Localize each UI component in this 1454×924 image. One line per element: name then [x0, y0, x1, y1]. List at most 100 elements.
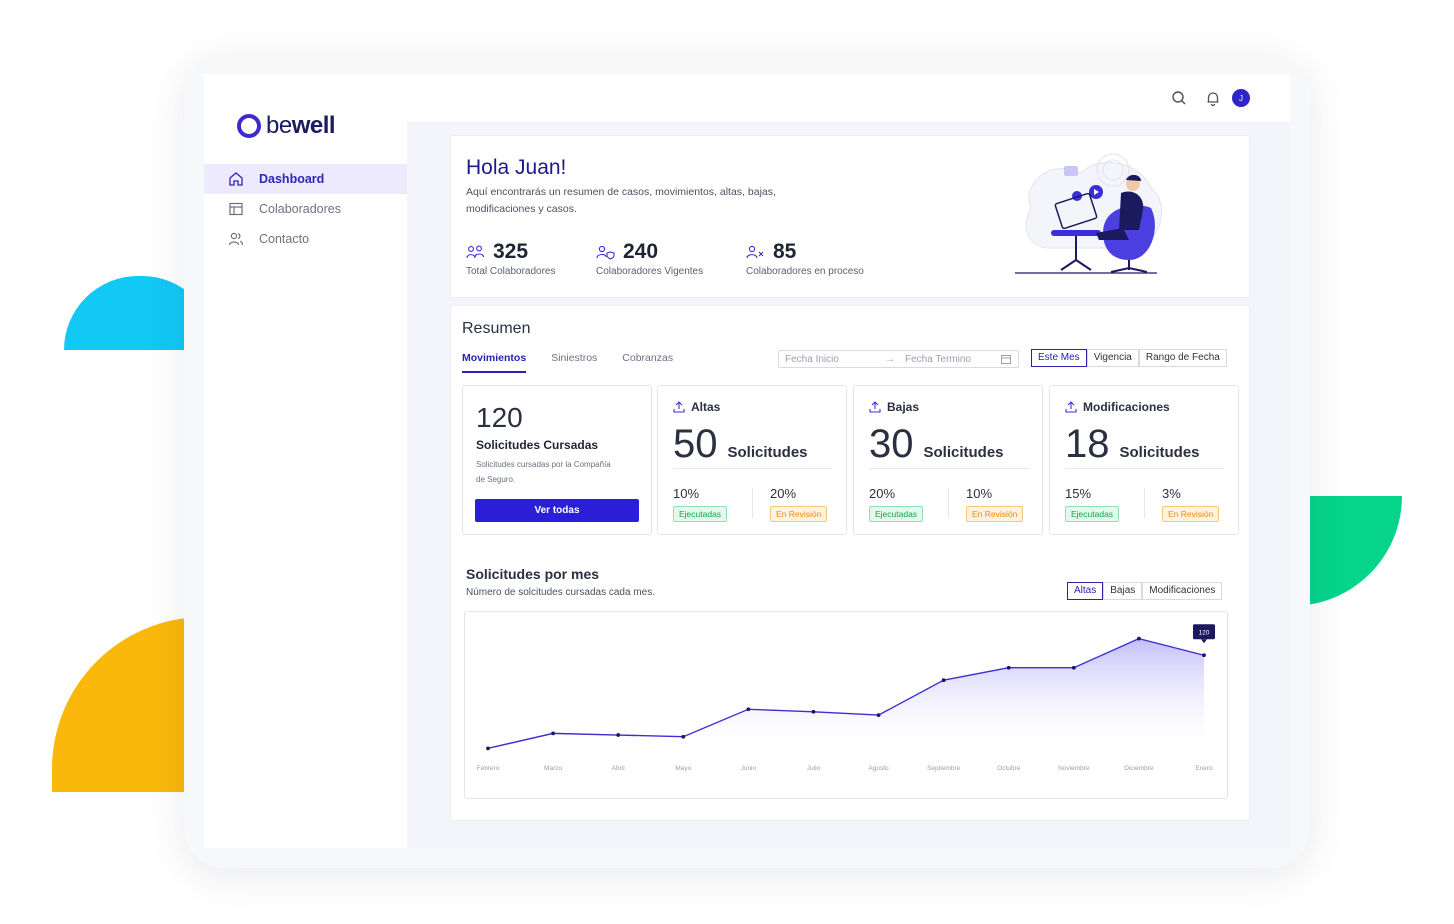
- toggle-modificaciones[interactable]: Modificaciones: [1142, 582, 1223, 600]
- person-at-laptop-illustration: [1015, 153, 1163, 274]
- stat-value: 325: [493, 240, 529, 263]
- review-percent: 10%: [966, 486, 993, 501]
- user-x-icon: [746, 245, 764, 259]
- data-point[interactable]: [876, 713, 881, 717]
- greeting-subtitle: Aquí encontrarás un resumen de casos, mo…: [466, 186, 776, 215]
- resumen-card: Resumen Movimientos Siniestros Cobranzas…: [450, 305, 1250, 821]
- period-este-mes[interactable]: Este Mes: [1031, 349, 1087, 367]
- review-badge: En Revisión: [966, 506, 1024, 522]
- x-tick-label: Diciembre: [1124, 765, 1154, 772]
- summary-card: 120 Solicitudes Cursadas Solicitudes cur…: [462, 385, 652, 535]
- ver-todas-button[interactable]: Ver todas: [475, 499, 639, 522]
- tab-cobranzas[interactable]: Cobranzas: [622, 352, 673, 373]
- period-selector: Este Mes Vigencia Rango de Fecha: [1031, 349, 1227, 367]
- x-tick-label: Septiembre: [927, 765, 961, 772]
- bajas-card: Bajas 30 Solicitudes 20% Ejecutadas 10% E…: [853, 385, 1043, 535]
- calendar-icon[interactable]: [1001, 354, 1011, 364]
- resumen-tabs: Movimientos Siniestros Cobranzas: [462, 352, 698, 373]
- sidebar-item-dashboard[interactable]: Dashboard: [204, 164, 407, 194]
- date-range-picker[interactable]: Fecha Inicio → Fecha Termino: [778, 350, 1019, 368]
- stat-label: Colaboradores Vigentes: [596, 266, 704, 277]
- divider: [752, 488, 753, 518]
- date-start-input[interactable]: Fecha Inicio: [785, 354, 885, 365]
- period-vigencia[interactable]: Vigencia: [1086, 349, 1139, 367]
- chart-container: Febrero Marzo Abril Mayo Junio Julio Agosto Sep…: [464, 611, 1228, 799]
- decorative-yellow-quarter-circle: [52, 617, 204, 792]
- card-count: 30 Solicitudes: [869, 422, 1004, 466]
- series-area: [488, 638, 1204, 755]
- card-title: Altas: [673, 400, 720, 414]
- summary-value: 120: [476, 402, 523, 433]
- upload-icon: [1065, 401, 1077, 413]
- divider: [869, 468, 1029, 469]
- card-count: 50 Solicitudes: [673, 422, 808, 466]
- stat-colaboradores-en-proceso: 85 Colaboradores en proceso: [746, 240, 864, 277]
- stat-value: 240: [623, 240, 659, 263]
- search-icon[interactable]: [1170, 89, 1188, 107]
- chart-title: Solicitudes por mes: [466, 566, 600, 582]
- data-point[interactable]: [1071, 665, 1076, 670]
- topbar: J: [407, 74, 1290, 122]
- arrow-right-icon: →: [885, 353, 895, 365]
- executed-badge: Ejecutadas: [673, 506, 728, 522]
- tab-siniestros[interactable]: Siniestros: [551, 352, 597, 373]
- sidebar-item-colaboradores[interactable]: Colaboradores: [204, 194, 407, 224]
- tab-movimientos[interactable]: Movimientos: [462, 352, 527, 373]
- logo-text: bewell: [266, 112, 336, 139]
- sidebar-item-label: Dashboard: [259, 172, 325, 186]
- data-point[interactable]: [616, 733, 621, 737]
- toggle-altas[interactable]: Altas: [1067, 582, 1104, 600]
- users-icon: [466, 245, 485, 259]
- x-tick-label: Junio: [741, 765, 757, 772]
- modificaciones-card: Modificaciones 18 Solicitudes 15% Ejecuta…: [1049, 385, 1239, 535]
- stat-total-colaboradores: 325 Total Colaboradores: [466, 240, 556, 277]
- divider: [1144, 488, 1145, 518]
- divider: [1065, 468, 1225, 469]
- users-icon: [228, 232, 244, 246]
- divider: [948, 488, 949, 518]
- bell-icon[interactable]: [1204, 89, 1222, 107]
- data-point[interactable]: [1137, 636, 1141, 641]
- stat-label: Colaboradores en proceso: [746, 266, 864, 277]
- stat-value: 85: [773, 240, 797, 263]
- area-chart: Febrero Marzo Abril Mayo Junio Julio Agosto Sep…: [477, 624, 1215, 772]
- executed-badge: Ejecutadas: [869, 506, 924, 522]
- x-tick-label: Noviembre: [1058, 765, 1090, 772]
- data-point[interactable]: [941, 678, 946, 683]
- period-rango-de-fecha[interactable]: Rango de Fecha: [1138, 349, 1227, 367]
- data-point[interactable]: [746, 707, 751, 712]
- sidebar-item-contacto[interactable]: Contacto: [204, 224, 407, 254]
- home-icon: [229, 172, 243, 186]
- greeting-title: Hola Juan!: [466, 156, 567, 179]
- card-count: 18 Solicitudes: [1065, 422, 1200, 466]
- review-percent: 3%: [1162, 486, 1181, 501]
- stage: bewell Dashboard Colaboradores Contacto: [0, 0, 1454, 924]
- review-percent: 20%: [770, 486, 797, 501]
- welcome-card: Hola Juan! Aquí encontrarás un resumen d…: [450, 135, 1250, 298]
- stat-label: Total Colaboradores: [466, 266, 556, 277]
- summary-heading: Solicitudes Cursadas: [476, 438, 599, 452]
- x-tick-label: Febrero: [477, 765, 500, 772]
- avatar[interactable]: J: [1232, 89, 1250, 107]
- data-point[interactable]: [811, 709, 816, 714]
- executed-percent: 15%: [1065, 486, 1092, 501]
- executed-percent: 10%: [673, 486, 700, 501]
- tooltip-arrow: [1201, 639, 1207, 644]
- x-tick-label: Abril: [612, 765, 626, 772]
- logo-ring-icon: [237, 114, 261, 138]
- date-end-input[interactable]: Fecha Termino: [905, 354, 1001, 365]
- toggle-bajas[interactable]: Bajas: [1103, 582, 1143, 600]
- data-point[interactable]: [486, 746, 490, 751]
- chart-series-toggle: Altas Bajas Modificaciones: [1067, 582, 1223, 600]
- app-screen: bewell Dashboard Colaboradores Contacto: [204, 74, 1290, 848]
- data-point[interactable]: [1202, 653, 1206, 658]
- data-point[interactable]: [681, 734, 686, 739]
- logo[interactable]: bewell: [237, 112, 336, 140]
- card-title: Modificaciones: [1065, 400, 1170, 414]
- upload-icon: [673, 401, 685, 413]
- altas-card: Altas 50 Solicitudes 10% Ejecutadas 20% E…: [657, 385, 847, 535]
- executed-badge: Ejecutadas: [1065, 506, 1120, 522]
- data-point[interactable]: [551, 731, 555, 736]
- data-point[interactable]: [1006, 665, 1011, 670]
- sidebar-item-label: Contacto: [259, 232, 310, 246]
